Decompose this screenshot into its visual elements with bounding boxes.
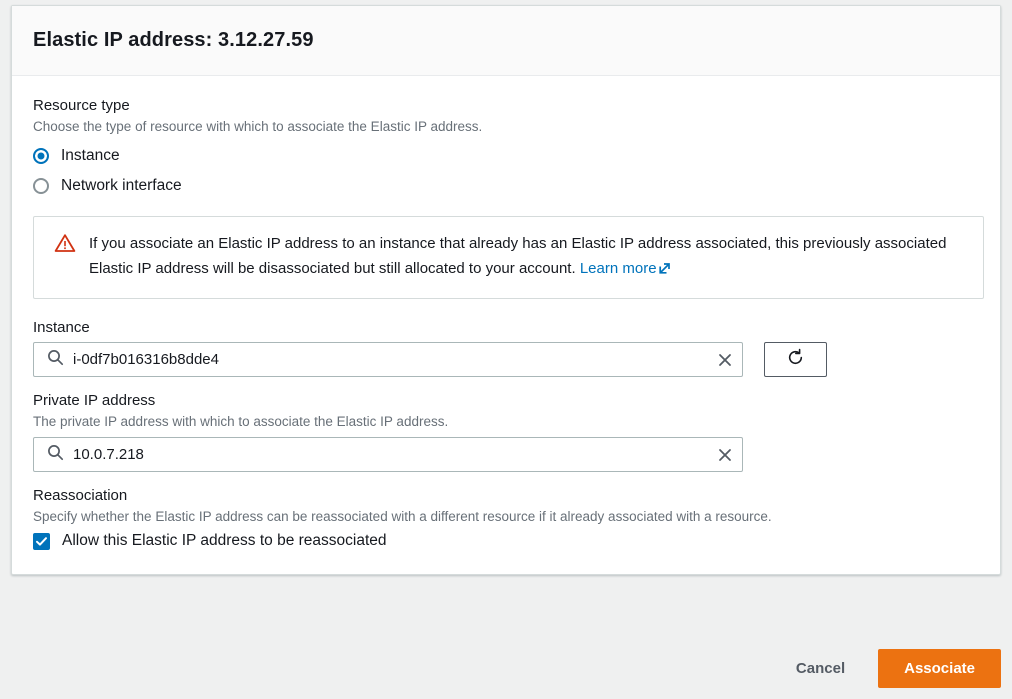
refresh-button[interactable] [764, 342, 827, 377]
radio-option-network-interface[interactable]: Network interface [33, 172, 979, 199]
checkbox-icon-reassociation[interactable] [33, 532, 50, 550]
private-ip-input-row: 10.0.7.218 [33, 437, 979, 472]
elastic-ip-associate-page: Elastic IP address: 3.12.27.59 Resource … [0, 0, 1012, 699]
private-ip-description: The private IP address with which to ass… [33, 414, 449, 429]
radio-icon-network-interface[interactable] [33, 177, 49, 194]
close-icon[interactable] [708, 343, 742, 376]
warning-triangle-icon [54, 233, 76, 253]
cancel-button[interactable]: Cancel [776, 651, 865, 686]
card-body: Resource type Choose the type of resourc… [12, 76, 1000, 574]
reassociation-checkbox-label: Allow this Elastic IP address to be reas… [62, 532, 387, 549]
private-ip-value: 10.0.7.218 [73, 446, 144, 463]
learn-more-link[interactable]: Learn more [580, 260, 672, 277]
private-ip-label: Private IP address [33, 392, 156, 409]
resource-type-description: Choose the type of resource with which t… [33, 119, 483, 134]
resource-type-section: Resource type Choose the type of resourc… [33, 96, 979, 199]
search-icon [47, 349, 64, 371]
resource-type-label: Resource type [33, 97, 130, 114]
search-icon [47, 444, 64, 466]
reassociation-description: Specify whether the Elastic IP address c… [33, 509, 772, 524]
warning-alert-message: If you associate an Elastic IP address t… [89, 235, 947, 277]
reassociation-section: Reassociation Specify whether the Elasti… [33, 486, 979, 550]
instance-value: i-0df7b016316b8dde4 [73, 351, 219, 368]
card-header: Elastic IP address: 3.12.27.59 [12, 6, 1000, 76]
private-ip-input[interactable]: 10.0.7.218 [33, 437, 743, 472]
learn-more-label: Learn more [579, 260, 657, 277]
warning-alert-text: If you associate an Elastic IP address t… [89, 231, 967, 283]
private-ip-section: Private IP address The private IP addres… [33, 391, 979, 472]
reassociation-checkbox-row[interactable]: Allow this Elastic IP address to be reas… [33, 532, 979, 550]
footer-actions: Cancel Associate [0, 637, 1012, 699]
instance-section: Instance i-0df7b016316b8dde4 [33, 318, 979, 377]
radio-option-instance[interactable]: Instance [33, 142, 979, 169]
associate-address-card: Elastic IP address: 3.12.27.59 Resource … [11, 5, 1001, 575]
refresh-icon [786, 348, 805, 372]
radio-label-instance: Instance [61, 146, 120, 164]
warning-alert: If you associate an Elastic IP address t… [33, 216, 984, 299]
close-icon[interactable] [708, 438, 742, 471]
instance-input[interactable]: i-0df7b016316b8dde4 [33, 342, 743, 377]
radio-label-network-interface: Network interface [61, 176, 182, 194]
associate-button[interactable]: Associate [878, 648, 1001, 688]
external-link-icon [658, 258, 672, 283]
instance-label: Instance [33, 319, 90, 336]
reassociation-label: Reassociation [33, 487, 128, 504]
instance-input-row: i-0df7b016316b8dde4 [33, 342, 979, 377]
page-title: Elastic IP address: 3.12.27.59 [33, 29, 314, 51]
radio-icon-instance[interactable] [33, 147, 49, 164]
